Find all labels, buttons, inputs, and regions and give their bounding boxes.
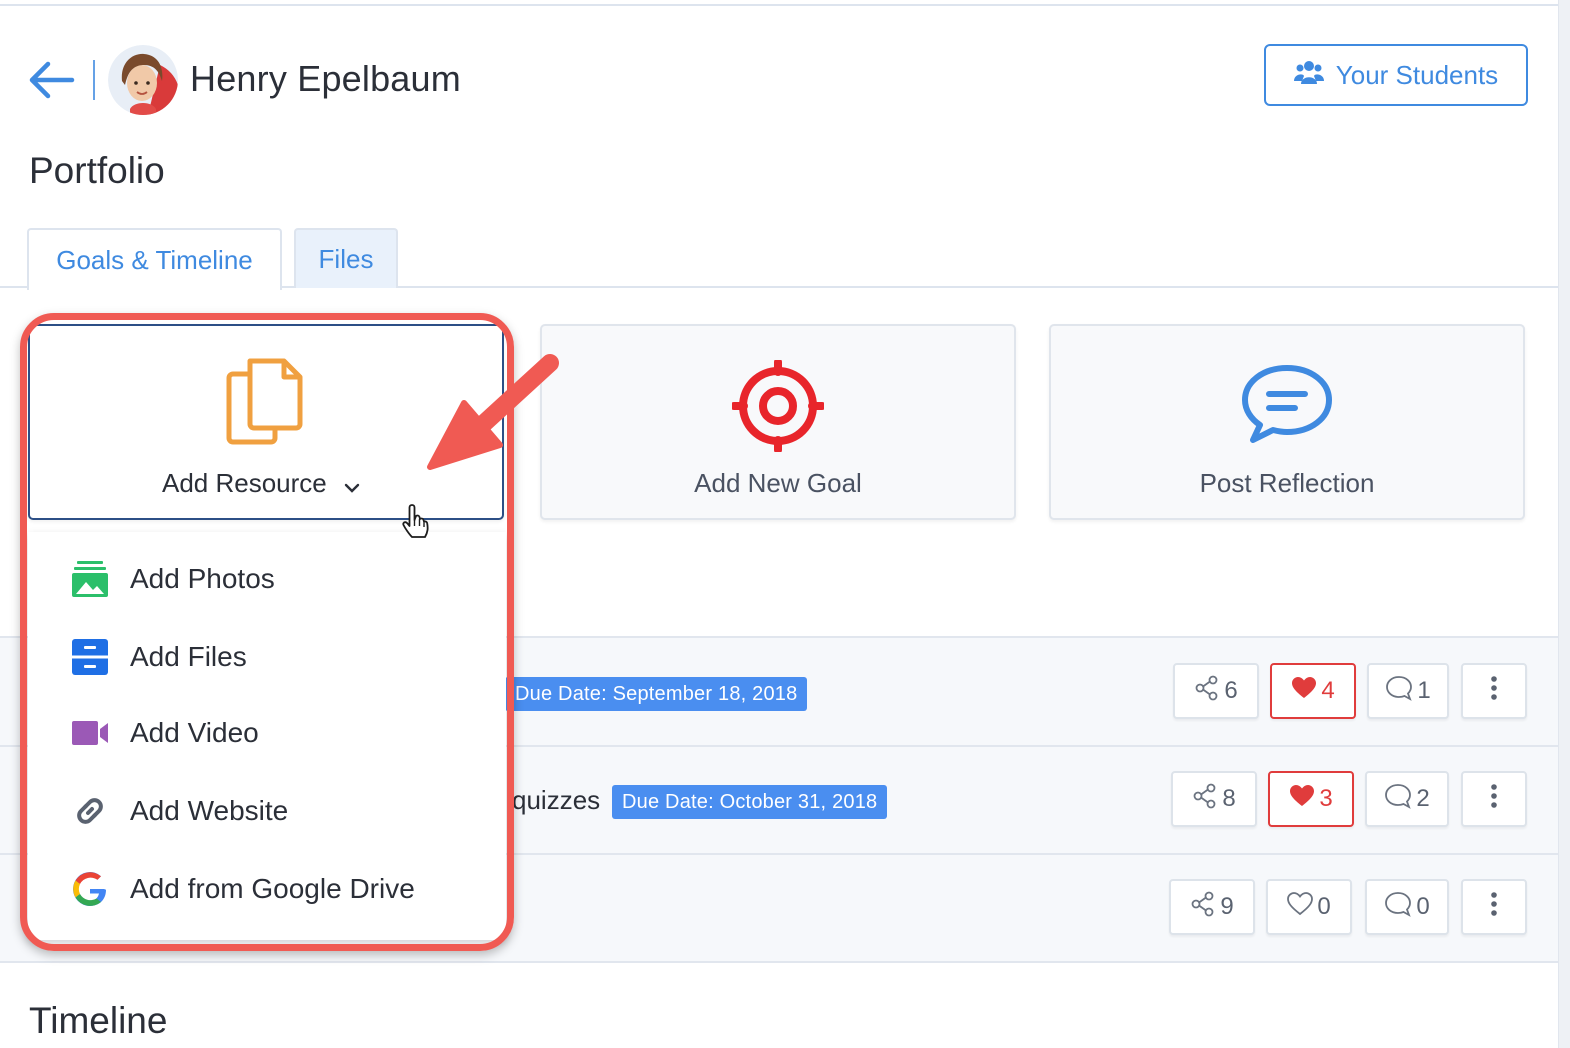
comment-button[interactable]: 1 (1367, 663, 1449, 719)
share-button[interactable]: 9 (1169, 879, 1255, 935)
share-count: 9 (1220, 893, 1234, 920)
add-resource-label: Add Resource (162, 468, 327, 498)
add-goal-label: Add New Goal (694, 468, 862, 498)
tab-goals-timeline[interactable]: Goals & Timeline (27, 228, 282, 290)
like-count: 4 (1321, 677, 1335, 704)
post-reflection-button[interactable]: Post Reflection (1049, 324, 1525, 520)
share-button[interactable]: 6 (1173, 663, 1259, 719)
target-icon (732, 360, 824, 452)
menu-item-label: Add Photos (130, 563, 275, 594)
timeline-heading: Timeline (29, 1000, 168, 1041)
menu-item-label: Add Website (130, 795, 289, 826)
like-button[interactable]: 0 (1266, 879, 1352, 935)
back-arrow-icon[interactable] (26, 58, 76, 102)
more-options-button[interactable] (1461, 879, 1527, 935)
menu-item-label: Add Video (130, 717, 259, 748)
like-count: 3 (1319, 785, 1333, 812)
menu-item-add-files[interactable]: Add Files (28, 622, 506, 692)
documents-icon (226, 358, 303, 445)
like-button[interactable]: 3 (1268, 771, 1354, 827)
top-border (0, 4, 1558, 6)
kebab-menu-icon (1490, 783, 1498, 816)
share-count: 6 (1224, 677, 1238, 704)
like-count: 0 (1317, 893, 1331, 920)
your-students-label: Your Students (1335, 59, 1499, 90)
speech-bubble-icon (1242, 365, 1332, 443)
due-date-badge: Due Date: September 18, 2018 (505, 677, 808, 711)
heart-filled-icon (1291, 676, 1317, 707)
comment-button[interactable]: 2 (1365, 771, 1449, 827)
heart-outline-icon (1287, 891, 1314, 923)
add-resource-button[interactable]: Add Resource (28, 324, 504, 520)
student-name: Henry Epelbaum (190, 58, 461, 99)
users-icon (1293, 59, 1324, 92)
comment-icon (1384, 783, 1412, 816)
kebab-menu-icon (1490, 891, 1498, 924)
tab-files[interactable]: Files (294, 228, 398, 288)
share-button[interactable]: 8 (1171, 771, 1257, 827)
google-drive-icon (70, 869, 110, 909)
due-date-badge: Due Date: October 31, 2018 (612, 785, 888, 819)
header-divider (93, 60, 95, 100)
comment-icon (1385, 675, 1413, 708)
comment-count: 0 (1416, 893, 1430, 920)
menu-item-add-photos[interactable]: Add Photos (28, 544, 506, 614)
comment-button[interactable]: 0 (1365, 879, 1449, 935)
avatar (108, 45, 178, 115)
kebab-menu-icon (1490, 675, 1498, 708)
share-icon (1194, 675, 1220, 708)
like-button[interactable]: 4 (1270, 663, 1356, 719)
page-title: Portfolio (29, 150, 165, 191)
share-icon (1190, 891, 1216, 924)
video-icon (70, 713, 110, 753)
your-students-button[interactable]: Your Students (1264, 44, 1528, 106)
scrollbar-track[interactable] (1558, 0, 1570, 1048)
menu-item-label: Add Files (130, 641, 247, 672)
more-options-button[interactable] (1461, 663, 1527, 719)
share-count: 8 (1222, 785, 1236, 812)
files-icon (70, 637, 110, 677)
chevron-down-icon (344, 470, 360, 501)
menu-item-label: Add from Google Drive (130, 873, 415, 904)
menu-item-add-website[interactable]: Add Website (28, 776, 506, 846)
add-resource-menu: Add Photos Add Files Add Video Add Websi… (28, 532, 506, 940)
menu-item-add-google-drive[interactable]: Add from Google Drive (28, 854, 506, 924)
menu-item-add-video[interactable]: Add Video (28, 698, 506, 768)
photos-icon (70, 559, 110, 599)
comment-count: 1 (1417, 677, 1431, 704)
link-icon (70, 791, 110, 831)
post-reflection-label: Post Reflection (1199, 468, 1375, 498)
more-options-button[interactable] (1461, 771, 1527, 827)
row-divider (0, 961, 1558, 963)
goal-title: quizzes (512, 785, 601, 815)
comment-icon (1384, 891, 1412, 924)
share-icon (1192, 783, 1218, 816)
heart-filled-icon (1289, 784, 1315, 815)
comment-count: 2 (1416, 785, 1430, 812)
add-goal-button[interactable]: Add New Goal (540, 324, 1016, 520)
